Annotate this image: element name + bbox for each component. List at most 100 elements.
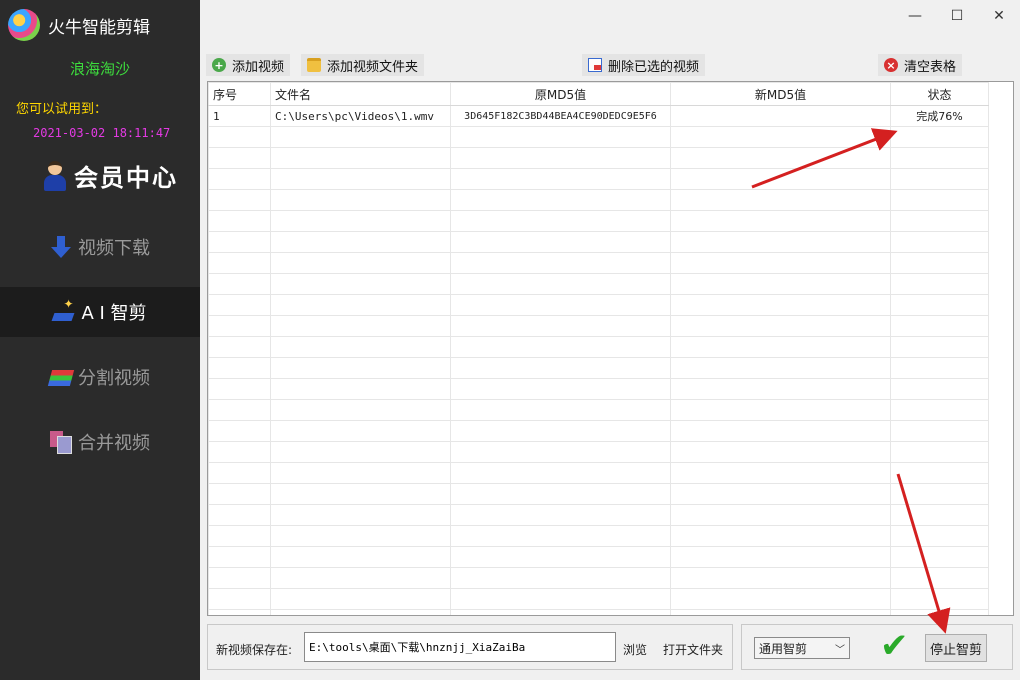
user-name: 浪海淘沙 bbox=[0, 58, 200, 79]
table-cell-empty bbox=[271, 316, 451, 337]
table-cell-empty bbox=[671, 295, 891, 316]
table-cell-empty bbox=[451, 316, 671, 337]
table-cell-empty bbox=[209, 505, 271, 526]
row-filename: C:\Users\pc\Videos\1.wmv bbox=[271, 106, 451, 127]
table-cell-empty bbox=[671, 274, 891, 295]
browse-button[interactable]: 浏览 bbox=[623, 641, 647, 658]
table-row-empty bbox=[209, 148, 989, 169]
table-cell-empty bbox=[451, 589, 671, 610]
table-cell-empty bbox=[671, 442, 891, 463]
table-cell-empty bbox=[209, 463, 271, 484]
table-cell-empty bbox=[451, 484, 671, 505]
table-cell-empty bbox=[209, 316, 271, 337]
table-cell-empty bbox=[891, 547, 989, 568]
column-header-index[interactable]: 序号 bbox=[209, 83, 271, 106]
table-row-empty bbox=[209, 232, 989, 253]
add-folder-button[interactable]: 添加视频文件夹 bbox=[301, 54, 424, 76]
nav-item-merge-video[interactable]: 合并视频 bbox=[0, 417, 200, 467]
stop-button[interactable]: 停止智剪 bbox=[925, 634, 987, 662]
table-cell-empty bbox=[451, 610, 671, 617]
chevron-down-icon: ﹀ bbox=[835, 641, 845, 656]
table-cell-empty bbox=[271, 169, 451, 190]
nav-item-label: 合并视频 bbox=[78, 429, 150, 455]
table-cell-empty bbox=[271, 547, 451, 568]
table-cell-empty bbox=[891, 400, 989, 421]
nav-item-split-video[interactable]: 分割视频 bbox=[0, 352, 200, 402]
table-cell-empty bbox=[451, 463, 671, 484]
table-row-empty bbox=[209, 463, 989, 484]
table-row[interactable]: 1 C:\Users\pc\Videos\1.wmv 3D645F182C3BD… bbox=[209, 106, 989, 127]
table-cell-empty bbox=[209, 190, 271, 211]
table-cell-empty bbox=[271, 337, 451, 358]
table-cell-empty bbox=[451, 442, 671, 463]
video-table[interactable]: 序号 文件名 原MD5值 新MD5值 状态 1 C:\Users\pc\Vide… bbox=[207, 81, 1014, 616]
table-cell-empty bbox=[451, 169, 671, 190]
table-cell-empty bbox=[209, 253, 271, 274]
download-icon bbox=[50, 236, 72, 258]
table-row-empty bbox=[209, 253, 989, 274]
table-cell-empty bbox=[891, 232, 989, 253]
merge-icon bbox=[50, 431, 72, 453]
table-cell-empty bbox=[451, 379, 671, 400]
table-cell-empty bbox=[451, 400, 671, 421]
save-path-input[interactable] bbox=[304, 632, 616, 662]
column-header-old-md5[interactable]: 原MD5值 bbox=[451, 83, 671, 106]
table-cell-empty bbox=[209, 337, 271, 358]
table-cell-empty bbox=[271, 358, 451, 379]
table-cell-empty bbox=[271, 253, 451, 274]
table-cell-empty bbox=[891, 358, 989, 379]
trial-label: 您可以试用到： bbox=[16, 98, 107, 117]
table-cell-empty bbox=[671, 358, 891, 379]
table-cell-empty bbox=[451, 421, 671, 442]
maximize-button[interactable]: ☐ bbox=[936, 0, 978, 32]
table-cell-empty bbox=[271, 484, 451, 505]
add-folder-label: 添加视频文件夹 bbox=[327, 56, 418, 75]
app-header: 火牛智能剪辑 bbox=[8, 8, 150, 42]
table-cell-empty bbox=[209, 127, 271, 148]
table-cell-empty bbox=[451, 337, 671, 358]
mode-select[interactable]: 通用智剪 ﹀ bbox=[754, 637, 850, 659]
table-cell-empty bbox=[671, 400, 891, 421]
table-row-empty bbox=[209, 442, 989, 463]
column-header-status[interactable]: 状态 bbox=[891, 83, 989, 106]
table-cell-empty bbox=[451, 295, 671, 316]
table-cell-empty bbox=[209, 484, 271, 505]
table-cell-empty bbox=[671, 127, 891, 148]
table-cell-empty bbox=[671, 253, 891, 274]
table-row-empty bbox=[209, 610, 989, 617]
row-index: 1 bbox=[209, 106, 271, 127]
column-header-filename[interactable]: 文件名 bbox=[271, 83, 451, 106]
nav-item-video-download[interactable]: 视频下载 bbox=[0, 222, 200, 272]
table-cell-empty bbox=[671, 505, 891, 526]
table-cell-empty bbox=[451, 358, 671, 379]
table-cell-empty bbox=[891, 211, 989, 232]
nav-item-ai-cut[interactable]: A I 智剪 bbox=[0, 287, 200, 337]
table-row-empty bbox=[209, 526, 989, 547]
table-cell-empty bbox=[891, 316, 989, 337]
table-row-empty bbox=[209, 190, 989, 211]
table-cell-empty bbox=[671, 148, 891, 169]
member-center-button[interactable]: 会员中心 bbox=[42, 158, 178, 193]
table-cell-empty bbox=[271, 421, 451, 442]
table-cell-empty bbox=[451, 190, 671, 211]
minimize-button[interactable]: — bbox=[894, 0, 936, 32]
table-row-empty bbox=[209, 484, 989, 505]
table-cell-empty bbox=[209, 589, 271, 610]
open-folder-button[interactable]: 打开文件夹 bbox=[663, 641, 723, 658]
table-cell-empty bbox=[891, 148, 989, 169]
table-cell-empty bbox=[671, 316, 891, 337]
table-cell-empty bbox=[209, 274, 271, 295]
table-cell-empty bbox=[271, 400, 451, 421]
column-header-new-md5[interactable]: 新MD5值 bbox=[671, 83, 891, 106]
member-center-label: 会员中心 bbox=[74, 158, 178, 193]
table-row-empty bbox=[209, 505, 989, 526]
add-video-button[interactable]: + 添加视频 bbox=[206, 54, 290, 76]
delete-selected-button[interactable]: 删除已选的视频 bbox=[582, 54, 705, 76]
close-button[interactable]: ✕ bbox=[978, 0, 1020, 32]
table-cell-empty bbox=[209, 211, 271, 232]
table-cell-empty bbox=[209, 421, 271, 442]
table-cell-empty bbox=[271, 568, 451, 589]
table-cell-empty bbox=[271, 505, 451, 526]
clear-table-button[interactable]: × 清空表格 bbox=[878, 54, 962, 76]
table-cell-empty bbox=[209, 610, 271, 617]
